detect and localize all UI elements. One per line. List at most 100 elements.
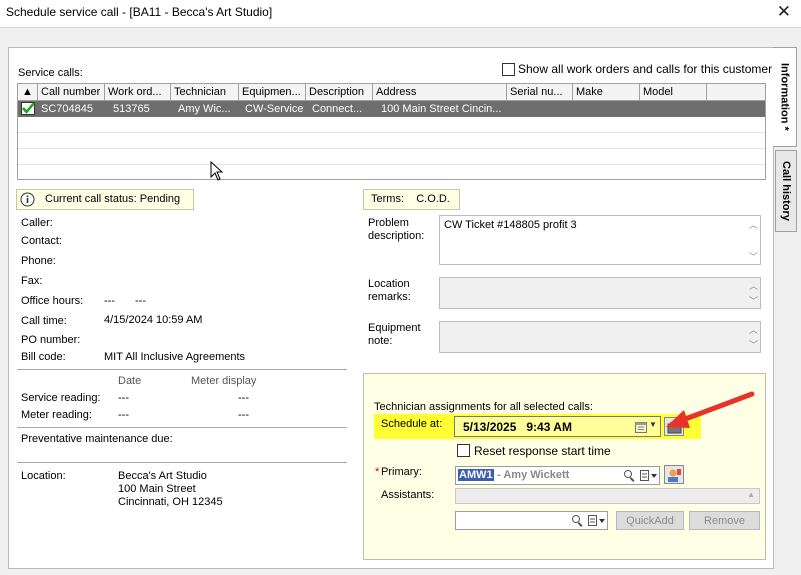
problem-description-value: CW Ticket #148805 profit 3	[444, 219, 577, 231]
reset-response-label[interactable]: Reset response start time	[474, 444, 611, 458]
cell-description: Connect...	[312, 103, 363, 115]
meter-display-header: Meter display	[191, 375, 257, 387]
tab-call-history[interactable]: Call history	[775, 150, 797, 232]
problem-label-1: Problem	[368, 217, 409, 229]
column-call-number[interactable]: Call number	[38, 84, 105, 100]
contact-label: Contact:	[21, 235, 62, 247]
location-remarks-label-2: remarks:	[368, 291, 411, 303]
scroll-up-icon[interactable]: ︿	[749, 279, 758, 292]
cell-equipment: CW-Service	[245, 103, 304, 115]
remove-button[interactable]: Remove	[689, 511, 760, 530]
schedule-datetime-field[interactable]: 5/13/2025 9:43 AM ▼	[454, 416, 661, 437]
calendar-icon[interactable]	[635, 421, 647, 433]
office-hours-from: ---	[104, 295, 115, 307]
sort-indicator-icon[interactable]: ▲	[18, 84, 38, 100]
terms-text: Terms: C.O.D.	[371, 193, 450, 205]
technician-lookup-button[interactable]	[664, 465, 684, 484]
call-status-box: Current call status: Pending	[16, 189, 194, 210]
terms-box: Terms: C.O.D.	[363, 189, 460, 210]
call-time-value: 4/15/2024 10:59 AM	[104, 314, 203, 326]
divider	[17, 369, 347, 370]
office-hours-to: ---	[135, 295, 146, 307]
column-model[interactable]: Model	[640, 84, 707, 100]
fax-label: Fax:	[21, 275, 43, 287]
table-row-empty	[18, 149, 765, 165]
tab-information-label: Information *	[778, 63, 791, 131]
service-calls-grid[interactable]: ▲ Call number Work ord... Technician Equ…	[17, 83, 766, 180]
service-reading-date: ---	[118, 392, 129, 404]
meter-date-header: Date	[118, 375, 142, 387]
tab-information[interactable]: Information *	[773, 47, 797, 147]
scroll-down-icon[interactable]: ﹀	[749, 338, 758, 351]
info-icon	[20, 192, 35, 207]
scroll-up-icon[interactable]: ︿	[749, 323, 758, 336]
quickadd-button[interactable]: QuickAdd	[616, 511, 684, 530]
search-icon[interactable]	[572, 515, 580, 523]
assistant-input[interactable]	[455, 511, 608, 530]
service-reading-label: Service reading:	[21, 392, 101, 404]
call-status-text: Current call status: Pending	[45, 193, 181, 205]
schedule-at-label: Schedule at:	[381, 418, 443, 430]
table-row-empty	[18, 133, 765, 149]
lookup-dropdown-icon[interactable]	[640, 470, 658, 482]
call-time-label: Call time:	[21, 315, 67, 327]
lookup-dropdown-icon[interactable]	[588, 515, 606, 527]
reset-response-checkbox[interactable]	[457, 444, 470, 457]
chevron-down-icon[interactable]: ▼	[649, 420, 657, 429]
scroll-up-icon[interactable]: ▲	[747, 490, 755, 499]
cell-serial-number	[507, 101, 573, 117]
service-reading-display: ---	[238, 392, 249, 404]
location-label: Location:	[21, 470, 66, 482]
assistants-label: Assistants:	[381, 489, 435, 501]
primary-label: Primary:	[381, 466, 422, 478]
scroll-up-icon[interactable]: ︿	[749, 218, 758, 231]
equipment-note-field[interactable]: ︿ ﹀	[439, 321, 761, 353]
column-make[interactable]: Make	[573, 84, 640, 100]
technician-icon	[668, 469, 681, 482]
assignments-header: Technician assignments for all selected …	[374, 401, 593, 413]
pm-due-label: Preventative maintenance due:	[21, 433, 173, 445]
close-icon[interactable]: ✕	[777, 2, 791, 22]
meter-reading-display: ---	[238, 409, 249, 421]
cell-technician: Amy Wic...	[178, 103, 231, 115]
required-marker: *	[375, 466, 380, 478]
divider	[17, 427, 347, 428]
scroll-down-icon[interactable]: ﹀	[749, 250, 758, 263]
phone-label: Phone:	[21, 255, 56, 267]
tab-call-history-label: Call history	[780, 161, 792, 221]
cell-make	[573, 101, 640, 117]
meter-reading-label: Meter reading:	[21, 409, 92, 421]
office-hours-label: Office hours:	[21, 295, 84, 307]
annotation-arrow-icon	[666, 391, 755, 428]
assistants-list[interactable]: ▲	[455, 488, 760, 504]
title-bar: Schedule service call - [BA11 - Becca's …	[0, 0, 801, 28]
problem-description-field[interactable]: CW Ticket #148805 profit 3 ︿ ﹀	[439, 215, 761, 265]
bill-code-label: Bill code:	[21, 351, 66, 363]
bill-code-value: MIT All Inclusive Agreements	[104, 351, 246, 363]
checkmark-icon	[21, 101, 37, 117]
problem-label-2: description:	[368, 230, 425, 242]
location-remarks-label-1: Location	[368, 278, 410, 290]
column-address[interactable]: Address	[373, 84, 507, 100]
location-remarks-field[interactable]: ︿ ﹀	[439, 277, 761, 309]
meter-reading-date: ---	[118, 409, 129, 421]
primary-name: - Amy Wickett	[494, 469, 570, 481]
show-all-checkbox[interactable]	[502, 63, 515, 76]
column-work-order[interactable]: Work ord...	[105, 84, 171, 100]
primary-technician-field[interactable]: AMW1 - Amy Wickett	[455, 466, 660, 485]
scroll-down-icon[interactable]: ﹀	[749, 294, 758, 307]
location-line2: 100 Main Street	[118, 483, 196, 495]
cell-model	[640, 101, 707, 117]
column-equipment[interactable]: Equipmen...	[239, 84, 306, 100]
column-description[interactable]: Description	[306, 84, 373, 100]
column-technician[interactable]: Technician	[171, 84, 239, 100]
po-number-label: PO number:	[21, 334, 81, 346]
table-row[interactable]: SC704845 513765 Amy Wic... CW-Service Co…	[18, 101, 765, 117]
column-serial-number[interactable]: Serial nu...	[507, 84, 573, 100]
location-line3: Cincinnati, OH 12345	[118, 496, 223, 508]
search-icon[interactable]	[624, 470, 632, 478]
cell-work-order: 513765	[113, 103, 150, 115]
show-all-label[interactable]: Show all work orders and calls for this …	[518, 62, 772, 76]
cell-call-number: SC704845	[41, 103, 93, 115]
location-line1: Becca's Art Studio	[118, 470, 207, 482]
